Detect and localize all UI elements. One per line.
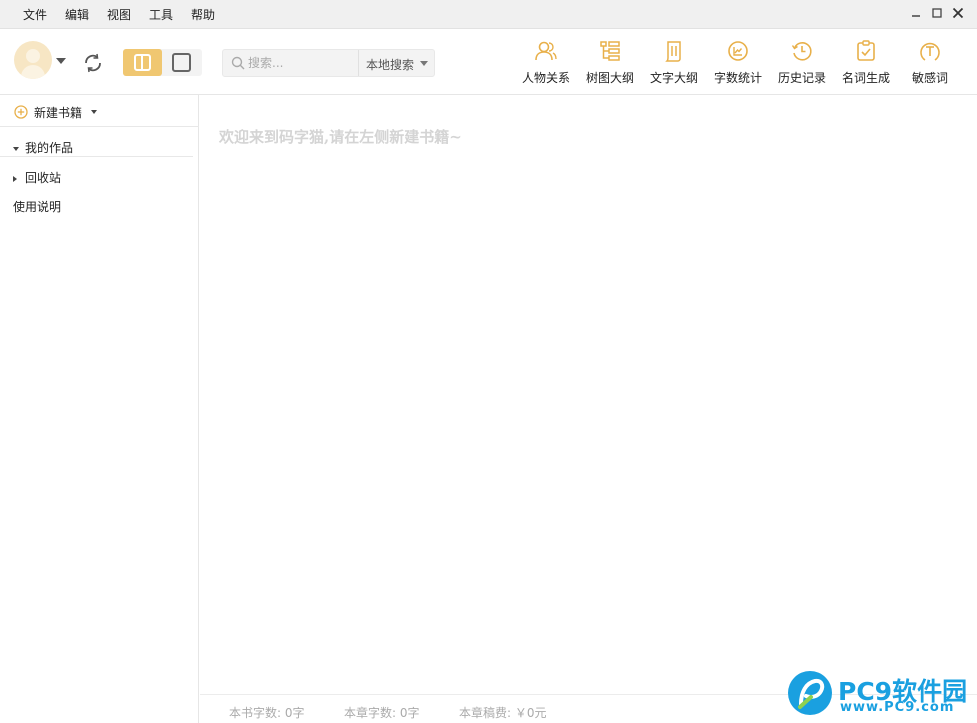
- avatar-dropdown-icon[interactable]: [56, 58, 66, 64]
- divider: [0, 126, 199, 127]
- sidebar-item-my-works[interactable]: 我的作品: [13, 139, 73, 156]
- chapter-fee: 本章稿费: ￥0元: [459, 706, 547, 720]
- search-box: 本地搜索: [222, 49, 435, 77]
- caret-right-icon: [13, 175, 17, 182]
- tool-sensitive-words[interactable]: 敏感词: [900, 37, 960, 87]
- watermark-logo: [787, 670, 833, 716]
- split-view-button[interactable]: [123, 49, 162, 76]
- divider: [0, 156, 193, 157]
- avatar-head-shape: [26, 49, 40, 63]
- sidebar-item-instructions[interactable]: 使用说明: [13, 198, 61, 215]
- tool-character-relations[interactable]: 人物关系: [516, 37, 576, 87]
- caret-down-icon[interactable]: [91, 110, 97, 114]
- avatar-body-shape: [21, 65, 45, 79]
- single-view-button[interactable]: [172, 53, 191, 72]
- menu-file[interactable]: 文件: [23, 6, 47, 23]
- watermark-url: www.PC9.com: [840, 700, 955, 715]
- tree-outline-icon: [600, 41, 620, 61]
- sidebar-item-label: 使用说明: [13, 200, 62, 214]
- chart-icon: [728, 41, 748, 61]
- sensitive-word-icon: [920, 42, 940, 61]
- new-book-label: 新建书籍: [34, 106, 83, 120]
- tool-label: 字数统计: [713, 71, 762, 85]
- sync-icon[interactable]: [82, 52, 104, 74]
- menu-edit[interactable]: 编辑: [65, 6, 89, 23]
- chapter-word-count: 本章字数: 0字: [344, 706, 420, 720]
- welcome-message: 欢迎来到码字猫,请在左侧新建书籍~: [219, 128, 462, 146]
- menu-bar: 文件 编辑 视图 工具 帮助: [0, 0, 977, 29]
- menu-view[interactable]: 视图: [107, 6, 131, 23]
- tool-label: 历史记录: [777, 71, 826, 85]
- close-icon[interactable]: [950, 5, 966, 21]
- history-icon: [791, 42, 812, 61]
- book-word-count: 本书字数: 0字: [229, 706, 305, 720]
- minimize-icon[interactable]: [908, 5, 924, 21]
- chevron-down-icon[interactable]: [420, 61, 428, 66]
- tool-word-count[interactable]: 字数统计: [708, 37, 768, 87]
- split-view-divider: [141, 54, 143, 71]
- search-icon: [231, 56, 245, 70]
- tool-history[interactable]: 历史记录: [772, 37, 832, 87]
- tool-label: 文字大纲: [649, 71, 698, 85]
- sidebar: 新建书籍 我的作品 回收站 使用说明: [0, 95, 199, 723]
- view-mode-toggle: [123, 49, 202, 76]
- plus-circle-icon: [14, 105, 28, 119]
- tool-label: 敏感词: [911, 71, 948, 85]
- tool-tree-outline[interactable]: 树图大纲: [580, 37, 640, 87]
- generate-icon: [857, 40, 875, 61]
- menu-tools[interactable]: 工具: [149, 6, 173, 23]
- tool-text-outline[interactable]: 文字大纲: [644, 37, 704, 87]
- toolbar: 本地搜索 人物关系 树图大纲 文字大纲: [0, 29, 977, 95]
- tool-label: 树图大纲: [585, 71, 634, 85]
- search-scope-select[interactable]: 本地搜索: [366, 56, 414, 73]
- tool-noun-generator[interactable]: 名词生成: [836, 37, 896, 87]
- search-divider: [358, 50, 359, 76]
- tool-label: 人物关系: [521, 71, 570, 85]
- text-outline-icon: [665, 41, 681, 62]
- caret-down-icon: [13, 146, 19, 151]
- sidebar-item-recycle-bin[interactable]: 回收站: [13, 169, 61, 186]
- sidebar-item-label: 回收站: [25, 171, 62, 185]
- avatar[interactable]: [14, 41, 52, 79]
- search-input[interactable]: [248, 54, 353, 72]
- tool-label: 名词生成: [841, 71, 890, 85]
- sidebar-item-label: 我的作品: [25, 141, 74, 155]
- menu-help[interactable]: 帮助: [191, 6, 215, 23]
- people-icon: [535, 41, 557, 61]
- maximize-icon[interactable]: [929, 5, 945, 21]
